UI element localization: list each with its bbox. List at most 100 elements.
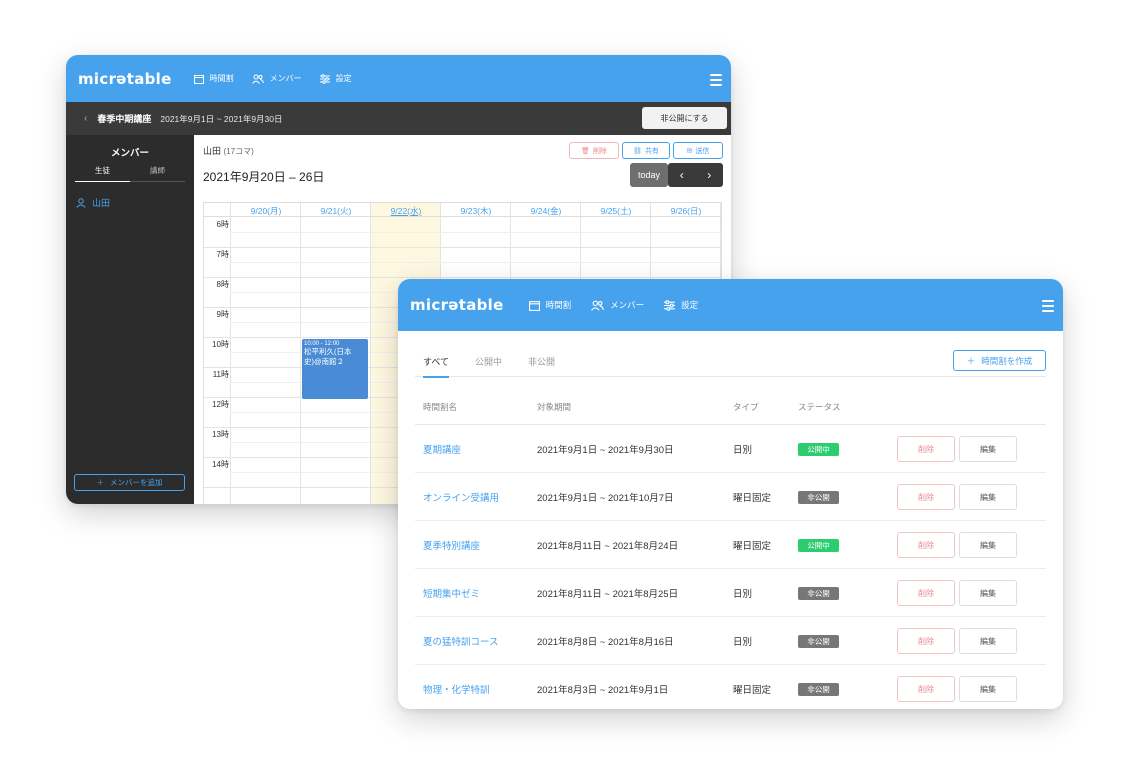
row-edit-button[interactable]: 編集 (959, 484, 1017, 510)
hour-label: 7時 (216, 250, 229, 259)
calendar-event[interactable]: 10:00 - 12:00 松平利久(日本史)@南館２ (302, 339, 368, 399)
week-nav: ‹ › (668, 163, 723, 187)
row-delete-button[interactable]: 削除 (897, 676, 955, 702)
table-row: 夏の猛特訓コース 2021年8月8日 ~ 2021年8月16日 日別 非公開 削除 編集 (415, 617, 1046, 665)
hour-label: 14時 (212, 460, 229, 469)
send-button[interactable]: ✉ 送信 (673, 142, 723, 159)
next-week-button[interactable]: › (696, 163, 724, 187)
top-navbar: micrətable 時間割 メンバー 設定 (66, 55, 731, 102)
timetable-name[interactable]: 物理・化学特訓 (423, 682, 490, 696)
timetable-name[interactable]: 夏季特別講座 (423, 538, 480, 552)
plus-icon: ＋ (966, 355, 976, 366)
add-member-label: メンバーを追加 (110, 478, 163, 487)
row-edit-button[interactable]: 編集 (959, 580, 1017, 606)
member-tabs: 生徒 講師 (75, 163, 185, 182)
nav-members-label: メンバー (610, 300, 645, 310)
row-edit-button[interactable]: 編集 (959, 436, 1017, 462)
tab-private[interactable]: 非公開 (528, 355, 555, 376)
timetable-period: 2021年9月1日 ~ 2021年10月7日 (537, 493, 674, 504)
nav-settings[interactable]: 設定 (319, 73, 352, 84)
nav-members[interactable]: メンバー (591, 299, 644, 311)
table-row: 夏季特別講座 2021年8月11日 ~ 2021年8月24日 曜日固定 公開中 削除 編集 (415, 521, 1046, 569)
member-item[interactable]: 山田 (76, 196, 194, 209)
share-button[interactable]: ⛓ 共有 (622, 142, 670, 159)
row-delete-button[interactable]: 削除 (897, 580, 955, 606)
event-title: 松平利久(日本史)@南館２ (304, 347, 352, 366)
calendar-icon (528, 300, 540, 311)
make-private-button[interactable]: 非公開にする (642, 107, 727, 129)
app-logo[interactable]: micrətable (78, 70, 172, 88)
tab-all[interactable]: すべて (423, 355, 450, 378)
add-member-button[interactable]: ＋ メンバーを追加 (74, 474, 185, 491)
sliders-icon (319, 73, 330, 84)
day-header[interactable]: 9/20(月) (231, 205, 301, 217)
week-title: 2021年9月20日 – 26日 (203, 170, 325, 184)
link-icon: ⛓ (633, 147, 642, 155)
row-edit-button[interactable]: 編集 (959, 676, 1017, 702)
nav-timetable[interactable]: 時間割 (528, 299, 572, 311)
status-badge: 公開中 (798, 539, 839, 552)
hour-label: 13時 (212, 430, 229, 439)
row-edit-button[interactable]: 編集 (959, 532, 1017, 558)
timetable-period: 2021年9月1日 ~ 2021年9月30日 (537, 445, 674, 456)
action-buttons: 🗑 削除 ⛓ 共有 ✉ 送信 (569, 142, 723, 159)
hour-label: 9時 (216, 310, 229, 319)
tab-students[interactable]: 生徒 (75, 163, 130, 182)
day-header[interactable]: 9/26(日) (651, 205, 721, 217)
timetable-name[interactable]: 短期集中ゼミ (423, 586, 480, 600)
create-timetable-button[interactable]: ＋ 時間割を作成 (953, 350, 1046, 371)
day-header[interactable]: 9/23(木) (441, 205, 511, 217)
grid-line (231, 232, 721, 233)
back-chevron-icon[interactable]: ‹ (84, 113, 87, 124)
nav-members[interactable]: メンバー (251, 73, 302, 84)
row-delete-button[interactable]: 削除 (897, 484, 955, 510)
status-badge: 非公開 (798, 587, 839, 600)
nav-timetable-label: 時間割 (209, 74, 234, 83)
timetable-period: 2021年8月3日 ~ 2021年9月1日 (537, 685, 669, 696)
timetable-name[interactable]: 夏期講座 (423, 442, 461, 456)
nav-timetable[interactable]: 時間割 (193, 73, 234, 84)
col-name: 時間割名 (423, 402, 458, 412)
timetable-list-window: micrətable 時間割 メンバー 設定 すべて 公開中 非公開 ＋ 時間割… (398, 279, 1063, 709)
col-type: タイプ (733, 402, 759, 412)
prev-week-button[interactable]: ‹ (668, 163, 696, 187)
day-header[interactable]: 9/21(火) (301, 205, 371, 217)
timetable-type: 日別 (733, 445, 753, 456)
timetable-name[interactable]: オンライン受講用 (423, 490, 499, 504)
table-row: 夏期講座 2021年9月1日 ~ 2021年9月30日 日別 公開中 削除 編集 (415, 425, 1046, 473)
top-navbar: micrətable 時間割 メンバー 設定 (398, 279, 1063, 331)
row-delete-button[interactable]: 削除 (897, 436, 955, 462)
table-header: 時間割名 対象期間 タイプ ステータス (415, 395, 1046, 425)
nav-settings[interactable]: 設定 (664, 299, 698, 311)
app-logo[interactable]: micrətable (410, 296, 504, 314)
menu-icon[interactable] (1042, 300, 1054, 312)
trash-icon: 🗑 (581, 147, 590, 155)
delete-button[interactable]: 🗑 削除 (569, 142, 619, 159)
grid-line (370, 203, 371, 504)
table-row: 物理・化学特訓 2021年8月3日 ~ 2021年9月1日 曜日固定 非公開 削除 編集 (415, 665, 1046, 709)
plus-icon: ＋ (96, 478, 105, 487)
hour-label: 8時 (216, 280, 229, 289)
row-delete-button[interactable]: 削除 (897, 628, 955, 654)
tab-public[interactable]: 公開中 (475, 355, 502, 376)
timetable-period: 2021年8月11日 ~ 2021年8月25日 (537, 589, 679, 600)
today-button[interactable]: today (630, 163, 668, 187)
nav-timetable-label: 時間割 (545, 300, 572, 310)
day-header[interactable]: 9/25(土) (581, 205, 651, 217)
member-name: 山田 (92, 198, 111, 208)
nav-settings-label: 設定 (681, 300, 699, 310)
day-header[interactable]: 9/22(水) (371, 205, 441, 217)
selected-user: 山田 (17コマ) (203, 144, 254, 157)
nav-members-label: メンバー (269, 74, 302, 83)
share-label: 共有 (644, 147, 659, 155)
col-status: ステータス (798, 402, 841, 412)
row-edit-button[interactable]: 編集 (959, 628, 1017, 654)
timetable-name[interactable]: 夏の猛特訓コース (423, 634, 499, 648)
hour-label: 6時 (216, 220, 229, 229)
selected-user-name: 山田 (203, 146, 222, 156)
status-badge: 非公開 (798, 683, 839, 696)
tab-teachers[interactable]: 講師 (130, 163, 185, 182)
menu-icon[interactable] (710, 74, 722, 86)
day-header[interactable]: 9/24(金) (511, 205, 581, 217)
row-delete-button[interactable]: 削除 (897, 532, 955, 558)
